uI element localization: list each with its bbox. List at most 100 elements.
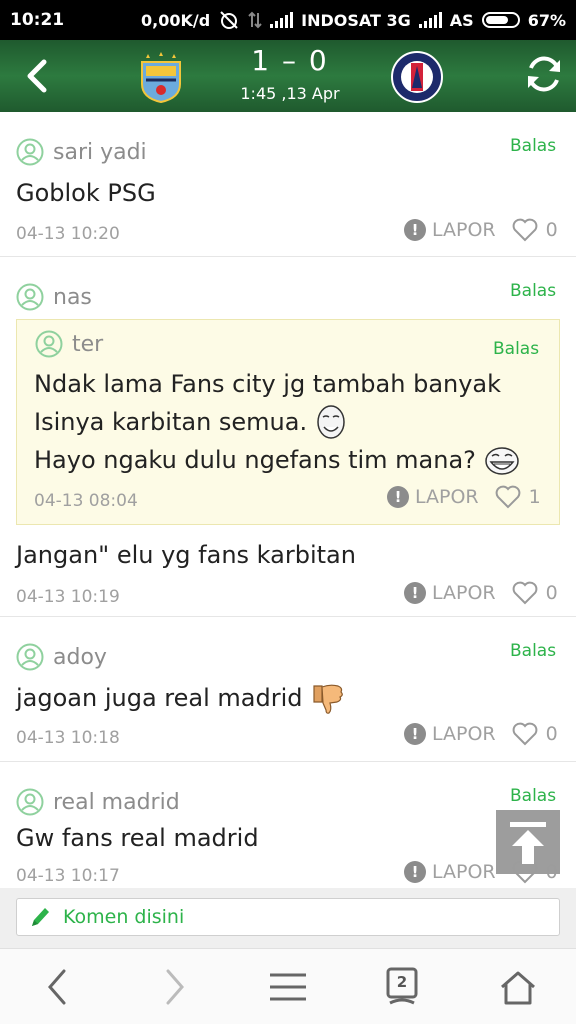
network-speed: 0,00K/d: [140, 10, 211, 30]
pencil-icon: [32, 908, 49, 926]
username: adoy: [53, 644, 107, 670]
comment-time: 04-13 10:17: [16, 866, 120, 886]
comment-text-wrap: jagoan juga real madrid: [16, 679, 346, 717]
comment-time: 04-13 10:18: [16, 728, 120, 748]
battery-icon: [481, 12, 520, 28]
comment-user[interactable]: sari yadi: [16, 138, 147, 166]
heart-icon[interactable]: [512, 218, 538, 242]
match-score: 1 – 0: [230, 44, 350, 77]
report-button[interactable]: LAPOR: [432, 861, 496, 883]
back-arrow-icon[interactable]: [20, 54, 60, 98]
report-button[interactable]: LAPOR: [432, 582, 496, 604]
comment-time: 04-13 10:19: [16, 587, 120, 607]
comment-actions: ! LAPOR 0: [404, 581, 558, 605]
report-button[interactable]: LAPOR: [432, 723, 496, 745]
like-count: 1: [528, 486, 541, 508]
battery-level: 67%: [527, 10, 566, 30]
match-header: 1 – 0 1:45 ,13 Apr: [0, 40, 576, 112]
comment-item: sari yadi Balas Goblok PSG 04-13 10:20 !…: [0, 112, 576, 257]
comment-item: adoy Balas jagoan juga real madrid 04-13…: [0, 617, 576, 762]
reply-button[interactable]: Balas: [510, 641, 556, 661]
quoted-actions: ! LAPOR 1: [387, 485, 541, 509]
quoted-line-wrap: Isinya karbitan semua.: [34, 403, 520, 441]
comment-actions: ! LAPOR 0: [404, 722, 558, 746]
comment-input[interactable]: Komen disini: [16, 898, 560, 936]
score-separator: –: [282, 44, 298, 77]
comment-text: jagoan juga real madrid: [16, 684, 303, 712]
heart-icon[interactable]: [512, 722, 538, 746]
comment-item: real madrid Balas Gw fans real madrid 04…: [0, 762, 576, 888]
tabs-button[interactable]: 2: [378, 965, 426, 1009]
user-avatar-icon: [16, 138, 44, 166]
report-icon[interactable]: !: [404, 582, 426, 604]
menu-icon[interactable]: [264, 965, 312, 1009]
quoted-comment: ter Balas Ndak lama Fans city jg tambah …: [16, 319, 560, 525]
home-icon[interactable]: [494, 965, 542, 1009]
browser-nav-bar: 2: [0, 948, 576, 1024]
comment-input-placeholder: Komen disini: [63, 906, 185, 928]
user-avatar-icon: [16, 643, 44, 671]
quoted-user[interactable]: ter: [35, 330, 103, 358]
comment-user[interactable]: adoy: [16, 643, 107, 671]
comment-time: 04-13 10:20: [16, 224, 120, 244]
carrier-2: AS: [449, 10, 474, 30]
reply-button[interactable]: Balas: [493, 339, 539, 359]
report-button[interactable]: LAPOR: [415, 486, 479, 508]
trollface-icon: [484, 447, 519, 475]
user-avatar-icon: [16, 283, 44, 311]
comment-item: nas Balas ter Balas Ndak lama Fans city …: [0, 257, 576, 617]
quoted-line: Isinya karbitan semua.: [34, 408, 308, 436]
reply-button[interactable]: Balas: [510, 136, 556, 156]
reply-button[interactable]: Balas: [510, 786, 556, 806]
like-count: 0: [545, 219, 558, 241]
user-avatar-icon: [16, 788, 44, 816]
report-button[interactable]: LAPOR: [432, 219, 496, 241]
scroll-to-top-icon[interactable]: [496, 810, 560, 874]
signal-icon-2: [418, 12, 442, 28]
browser-back-icon[interactable]: [34, 965, 82, 1009]
alarm-off-icon: [220, 11, 238, 29]
thumbs-down-icon: [313, 684, 344, 714]
quoted-text: Ndak lama Fans city jg tambah banyak Isi…: [34, 365, 520, 479]
score-home: 1: [251, 44, 272, 77]
comment-text: Goblok PSG: [16, 179, 156, 207]
username: ter: [72, 331, 104, 357]
quoted-line: Hayo ngaku dulu ngefans tim mana?: [34, 446, 476, 474]
report-icon[interactable]: !: [387, 486, 409, 508]
like-count: 0: [545, 582, 558, 604]
status-time: 10:21: [10, 10, 65, 30]
data-transfer-icon: [248, 11, 262, 29]
username: nas: [53, 284, 92, 310]
comment-text: Gw fans real madrid: [16, 824, 259, 852]
username: real madrid: [53, 789, 180, 815]
comment-user[interactable]: real madrid: [16, 788, 180, 816]
status-bar: 10:21 0,00K/d INDOSAT 3G AS 67%: [0, 0, 576, 40]
refresh-icon[interactable]: [522, 52, 566, 96]
carrier-1: INDOSAT 3G: [301, 10, 411, 30]
signal-icon: [270, 12, 294, 28]
user-avatar-icon: [35, 330, 63, 358]
quoted-time: 04-13 08:04: [34, 491, 138, 511]
reply-button[interactable]: Balas: [510, 281, 556, 301]
comment-input-bar: Komen disini: [0, 888, 576, 948]
comment-text: Jangan" elu yg fans karbitan: [16, 541, 356, 569]
man-city-crest-icon[interactable]: [138, 50, 184, 104]
comment-user[interactable]: nas: [16, 283, 92, 311]
heart-icon[interactable]: [495, 485, 521, 509]
heart-icon[interactable]: [512, 581, 538, 605]
browser-forward-icon[interactable]: [150, 965, 198, 1009]
report-icon[interactable]: !: [404, 219, 426, 241]
comment-list[interactable]: sari yadi Balas Goblok PSG 04-13 10:20 !…: [0, 112, 576, 888]
comment-actions: ! LAPOR 0: [404, 218, 558, 242]
like-count: 0: [545, 723, 558, 745]
score-away: 0: [308, 44, 329, 77]
report-icon[interactable]: !: [404, 723, 426, 745]
quoted-line-wrap: Hayo ngaku dulu ngefans tim mana?: [34, 441, 520, 479]
report-icon[interactable]: !: [404, 861, 426, 883]
yao-ming-face-icon: [317, 405, 345, 439]
psg-crest-icon[interactable]: [390, 50, 444, 104]
quoted-line: Ndak lama Fans city jg tambah banyak: [34, 370, 502, 398]
tabs-count: 2: [396, 973, 408, 991]
username: sari yadi: [53, 139, 147, 165]
match-time: 1:45 ,13 Apr: [240, 84, 340, 103]
